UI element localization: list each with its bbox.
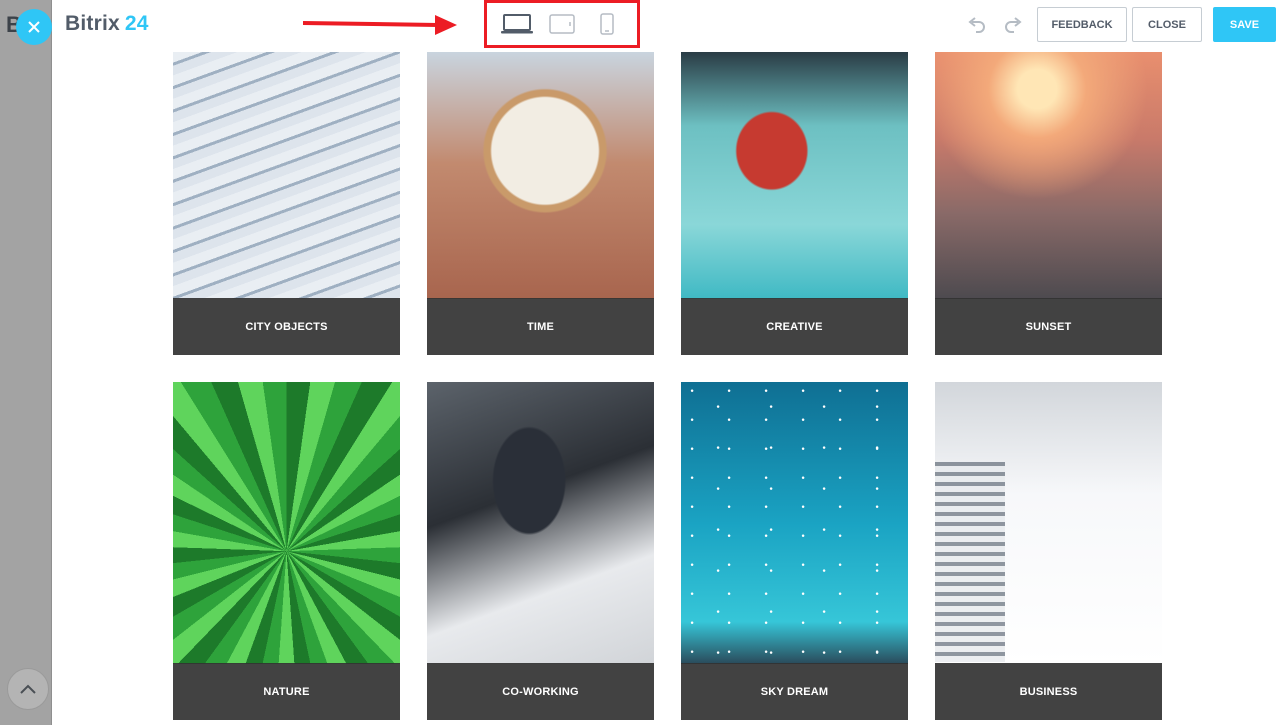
landing-editor-panel: Bitrix 24 FEEDBACK CLOSE SAVE CITY OBJEC… — [52, 0, 1280, 725]
tile-caption: CO-WORKING — [427, 663, 654, 720]
tile-caption: BUSINESS — [935, 663, 1162, 720]
desktop-view-button[interactable] — [497, 6, 537, 42]
editor-toolbar: Bitrix 24 FEEDBACK CLOSE SAVE — [52, 0, 1280, 52]
save-button[interactable]: SAVE — [1213, 7, 1276, 42]
tile-caption: NATURE — [173, 663, 400, 720]
redo-icon — [1005, 17, 1022, 33]
tablet-icon — [549, 14, 575, 34]
close-icon — [28, 21, 40, 33]
gallery-tile-co-working[interactable]: CO-WORKING — [427, 382, 654, 720]
city-objects-image — [173, 52, 400, 299]
desktop-icon — [501, 14, 534, 34]
mobile-icon — [599, 13, 614, 35]
logo-number: 24 — [124, 12, 149, 35]
building-shape — [935, 462, 1005, 662]
time-image — [427, 52, 654, 299]
annotation-arrow-icon — [303, 15, 457, 35]
gallery-tile-sky-dream[interactable]: SKY DREAM — [681, 382, 908, 720]
tile-caption: SKY DREAM — [681, 663, 908, 720]
tile-caption: CREATIVE — [681, 298, 908, 355]
device-preview-switcher — [484, 0, 640, 48]
business-image — [935, 382, 1162, 664]
scroll-top-button[interactable] — [7, 668, 49, 710]
bitrix24-logo: Bitrix 24 — [65, 12, 149, 36]
gallery-tile-sunset[interactable]: SUNSET — [935, 52, 1162, 355]
undo-icon — [968, 17, 985, 33]
feedback-button[interactable]: FEEDBACK — [1037, 7, 1127, 42]
chevron-up-icon — [20, 684, 36, 694]
sky-dream-image — [681, 382, 908, 664]
tile-caption: SUNSET — [935, 298, 1162, 355]
mobile-view-button[interactable] — [587, 6, 627, 42]
logo-text: Bitrix — [65, 12, 120, 35]
tile-caption: CITY OBJECTS — [173, 298, 400, 355]
gallery-tile-nature[interactable]: NATURE — [173, 382, 400, 720]
redo-button[interactable] — [1001, 14, 1025, 36]
creative-image — [681, 52, 908, 299]
close-button[interactable]: CLOSE — [1132, 7, 1202, 42]
nature-image — [173, 382, 400, 664]
undo-button[interactable] — [965, 14, 989, 36]
gallery-tile-city-objects[interactable]: CITY OBJECTS — [173, 52, 400, 355]
gallery-tile-creative[interactable]: CREATIVE — [681, 52, 908, 355]
gallery-tile-time[interactable]: TIME — [427, 52, 654, 355]
co-working-image — [427, 382, 654, 664]
sunset-image — [935, 52, 1162, 299]
close-slider-button[interactable] — [16, 9, 52, 45]
tablet-view-button[interactable] — [542, 6, 582, 42]
tile-caption: TIME — [427, 298, 654, 355]
background-page: B — [0, 0, 52, 725]
gallery-tile-business[interactable]: BUSINESS — [935, 382, 1162, 720]
